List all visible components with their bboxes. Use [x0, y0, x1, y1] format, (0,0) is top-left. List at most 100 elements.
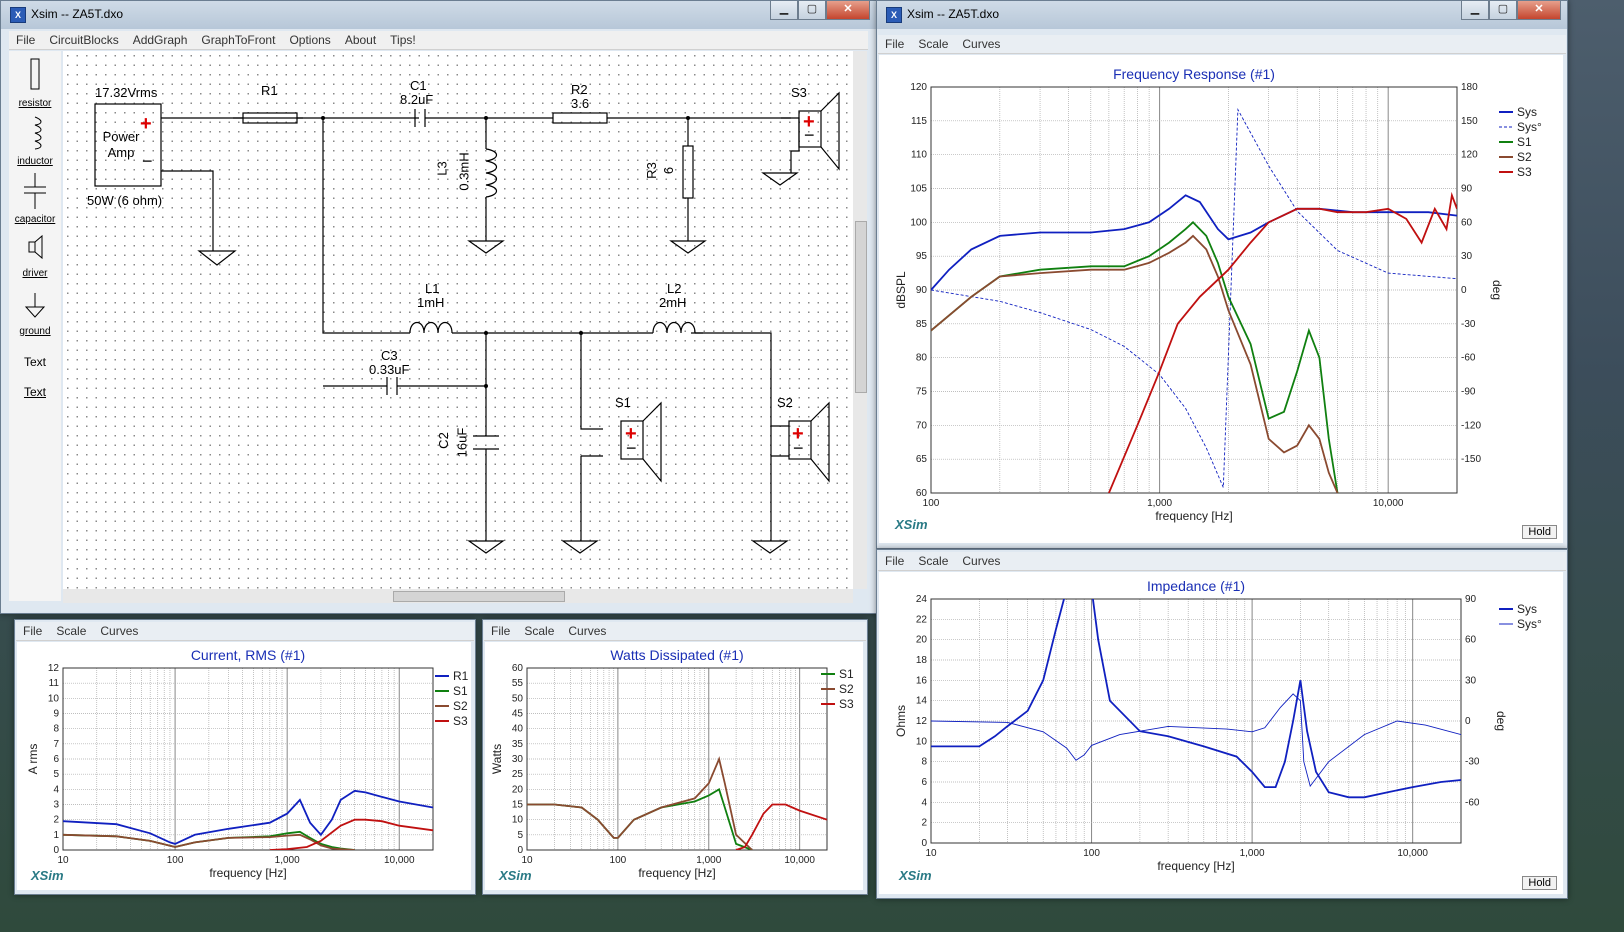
minimize-button[interactable]: ▁	[1461, 1, 1489, 20]
menu-curves[interactable]: Curves	[962, 554, 1000, 568]
watts-dissipated-chart[interactable]: Watts Dissipated (#1)0510152025303540455…	[485, 642, 863, 890]
series-line-s3	[1108, 191, 1457, 493]
chart-title: Watts Dissipated (#1)	[610, 647, 743, 663]
vertical-scrollbar[interactable]	[853, 51, 867, 589]
y-tick-label: 20	[512, 784, 524, 795]
schematic-canvas[interactable]: 17.32Vrms Power Amp + − 50W (6 ohm) R1 C…	[63, 51, 853, 589]
freq-titlebar[interactable]: X Xsim -- ZA5T.dxo ▁ ▢ ✕	[877, 1, 1567, 29]
y-tick-label: 60	[512, 663, 524, 674]
current-rms-chart[interactable]: Current, RMS (#1)012345678910111210 100 1,…	[17, 642, 471, 890]
legend-label: R1	[453, 669, 469, 683]
menu-addgraph[interactable]: AddGraph	[133, 33, 188, 47]
x-tick-label: 10	[521, 855, 533, 866]
x-axis-label: frequency [Hz]	[638, 866, 715, 880]
y-tick-label: 45	[512, 709, 524, 720]
c2-label: C2	[435, 432, 451, 449]
y-tick-label: 80	[916, 353, 928, 364]
y2-tick-label: 30	[1465, 675, 1477, 686]
menu-file[interactable]: File	[491, 624, 510, 638]
y-tick-label: 6	[53, 754, 59, 765]
menu-curves[interactable]: Curves	[100, 624, 138, 638]
y-tick-label: 35	[512, 739, 524, 750]
close-button[interactable]: ✕	[826, 1, 870, 20]
y2-tick-label: -30	[1465, 757, 1480, 768]
maximize-button[interactable]: ▢	[798, 1, 826, 20]
x-axis-label: frequency [Hz]	[1157, 859, 1234, 873]
tool-resistor[interactable]: resistor	[9, 57, 61, 109]
y2-tick-label: 150	[1461, 116, 1478, 127]
tool-driver[interactable]: driver	[9, 233, 61, 279]
menu-scale[interactable]: Scale	[918, 37, 948, 51]
horizontal-scroll-thumb[interactable]	[393, 591, 565, 602]
capacitor-c2	[473, 435, 499, 450]
y-tick-label: 24	[916, 594, 928, 605]
resistor-r3	[682, 145, 694, 199]
tool-capacitor[interactable]: capacitor	[9, 173, 61, 225]
chart-title: Current, RMS (#1)	[191, 647, 305, 663]
menu-graphtofront[interactable]: GraphToFront	[201, 33, 275, 47]
menu-about[interactable]: About	[345, 33, 376, 47]
menu-scale[interactable]: Scale	[56, 624, 86, 638]
current-plot-pane: Current, RMS (#1) 0 1 2 3 4 5 6 7 8 9 10 11 12 10 100 1,…	[17, 642, 471, 890]
menu-scale[interactable]: Scale	[524, 624, 554, 638]
y-axis-label: A rms	[26, 744, 40, 775]
series-line-sys-phase	[931, 693, 1461, 788]
tool-text-2[interactable]: Text	[9, 383, 61, 399]
menu-file[interactable]: File	[23, 624, 42, 638]
watts-plot-pane: Watts Dissipated (#1) 0 5 10 15 20 25 30 35 40 45 5…	[485, 642, 863, 890]
app-icon: X	[10, 7, 26, 23]
legend-label: S1	[839, 667, 854, 681]
frequency-response-chart[interactable]: Frequency Response (#1) 60 65 70 75 80 85 90 95 1…	[879, 55, 1563, 543]
schematic-titlebar[interactable]: X Xsim -- ZA5T.dxo ▁ ▢ ✕	[1, 1, 876, 29]
tool-text[interactable]: Text	[9, 355, 61, 369]
capacitor-c3	[386, 377, 398, 395]
x-tick-label: 100	[610, 855, 627, 866]
menu-curves[interactable]: Curves	[962, 37, 1000, 51]
menu-scale[interactable]: Scale	[918, 554, 948, 568]
y2-tick-label: 90	[1461, 184, 1473, 195]
hold-button[interactable]: Hold	[1522, 525, 1557, 539]
y-tick-label: 3	[53, 800, 59, 811]
circuit-drawing	[94, 91, 840, 554]
minimize-button[interactable]: ▁	[770, 1, 798, 20]
close-button[interactable]: ✕	[1517, 1, 1561, 20]
impedance-chart[interactable]: Impedance (#1)024681012141618202224-60-3…	[879, 572, 1563, 894]
inductor-icon	[34, 116, 42, 150]
y-tick-label: 75	[916, 387, 928, 398]
ground-symbol	[197, 250, 237, 266]
menu-file[interactable]: File	[885, 37, 904, 51]
tool-inductor[interactable]: inductor	[9, 115, 61, 167]
x-tick-label: 10	[925, 848, 937, 859]
menu-file[interactable]: File	[16, 33, 35, 47]
hold-button[interactable]: Hold	[1522, 876, 1557, 890]
y2-tick-label: 0	[1461, 285, 1467, 296]
menu-tips[interactable]: Tips!	[390, 33, 416, 47]
s2-label: S2	[777, 395, 793, 410]
y-tick-label: 20	[916, 635, 928, 646]
series-line-sys-phase	[931, 107, 1457, 488]
tool-ground[interactable]: ground	[9, 291, 61, 337]
menu-bar: File CircuitBlocks AddGraph GraphToFront…	[9, 31, 868, 50]
menu-curves[interactable]: Curves	[568, 624, 606, 638]
horizontal-scrollbar[interactable]	[63, 589, 853, 603]
y2-tick-label: 0	[1465, 716, 1471, 727]
l1-value: 1mH	[417, 295, 445, 310]
y-tick-label: 4	[53, 784, 59, 795]
plus-terminal: +	[140, 113, 152, 135]
tool-label: capacitor	[14, 214, 56, 225]
y-tick-label: 55	[512, 678, 524, 689]
y2-tick-label: -90	[1461, 387, 1476, 398]
menu-file[interactable]: File	[885, 554, 904, 568]
y-axis-label: Watts	[490, 744, 504, 774]
x-axis-label: frequency [Hz]	[209, 866, 286, 880]
y-axis-label: Ohms	[894, 705, 908, 737]
x-tick-label: 10,000	[1397, 848, 1428, 859]
s1-label: S1	[615, 395, 631, 410]
menu-circuitblocks[interactable]: CircuitBlocks	[49, 33, 118, 47]
source-name-label: Power Amp	[102, 129, 140, 160]
graph-menu-bar: File Scale Curves	[16, 622, 474, 641]
y-tick-label: 9	[53, 709, 59, 720]
maximize-button[interactable]: ▢	[1489, 1, 1517, 20]
vertical-scroll-thumb[interactable]	[855, 221, 867, 393]
menu-options[interactable]: Options	[289, 33, 330, 47]
